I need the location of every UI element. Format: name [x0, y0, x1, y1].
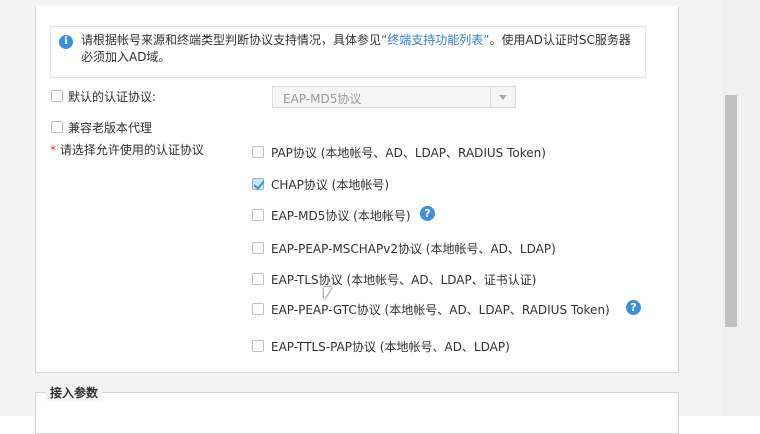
allowed-protocols-label: * 请选择允许使用的认证协议	[50, 141, 204, 158]
protocol-checkbox[interactable]	[252, 242, 264, 254]
protocol-checkbox[interactable]	[252, 303, 264, 315]
access-params-section	[35, 392, 679, 434]
mouse-cursor-icon	[324, 287, 332, 300]
notice-box: i 请根据帐号来源和终端类型判断协议支持情况，具体参见“终端支持功能列表”。使用…	[50, 26, 646, 78]
default-protocol-select-value: EAP-MD5协议	[283, 92, 362, 106]
chevron-down-icon	[499, 95, 507, 100]
protocol-label: CHAP协议 (本地帐号)	[271, 178, 390, 192]
compat-proxy-checkbox[interactable]	[51, 121, 63, 133]
notice-text: 请根据帐号来源和终端类型判断协议支持情况，具体参见“终端支持功能列表”。使用AD…	[81, 32, 636, 66]
help-icon[interactable]: ?	[626, 300, 641, 315]
protocol-label: PAP协议 (本地帐号、AD、LDAP、RADIUS Token)	[271, 146, 546, 160]
required-mark: *	[50, 143, 56, 157]
protocol-label: EAP-PEAP-GTC协议 (本地帐号、AD、LDAP、RADIUS Toke…	[271, 303, 610, 317]
access-params-title: 接入参数	[46, 384, 103, 401]
scrollbar-thumb[interactable]	[725, 95, 737, 327]
protocol-label: EAP-MD5协议 (本地帐号)	[271, 209, 411, 223]
function-list-link[interactable]: “终端支持功能列表”	[381, 33, 489, 47]
default-protocol-label: 默认的认证协议:	[68, 90, 157, 104]
protocol-checkbox[interactable]	[252, 340, 264, 352]
protocol-checkbox[interactable]	[252, 209, 264, 221]
compat-proxy-label: 兼容老版本代理	[68, 121, 153, 135]
protocol-label: EAP-TLS协议 (本地帐号、AD、LDAP、证书认证)	[271, 273, 537, 287]
protocol-label: EAP-PEAP-MSCHAPv2协议 (本地帐号、AD、LDAP)	[271, 242, 556, 256]
protocol-checkbox[interactable]	[252, 146, 264, 158]
protocol-checkbox[interactable]	[252, 178, 264, 190]
help-icon[interactable]: ?	[420, 206, 435, 221]
allowed-protocols-text: 请选择允许使用的认证协议	[59, 143, 204, 157]
protocol-label: EAP-TTLS-PAP协议 (本地帐号、AD、LDAP)	[271, 340, 510, 354]
default-protocol-select[interactable]: EAP-MD5协议	[272, 86, 516, 108]
default-protocol-checkbox[interactable]	[51, 90, 63, 102]
dropdown-button[interactable]	[490, 87, 515, 107]
info-icon: i	[59, 35, 73, 49]
protocol-checkbox[interactable]	[252, 273, 264, 285]
notice-text-before: 请根据帐号来源和终端类型判断协议支持情况，具体参见	[81, 33, 382, 47]
